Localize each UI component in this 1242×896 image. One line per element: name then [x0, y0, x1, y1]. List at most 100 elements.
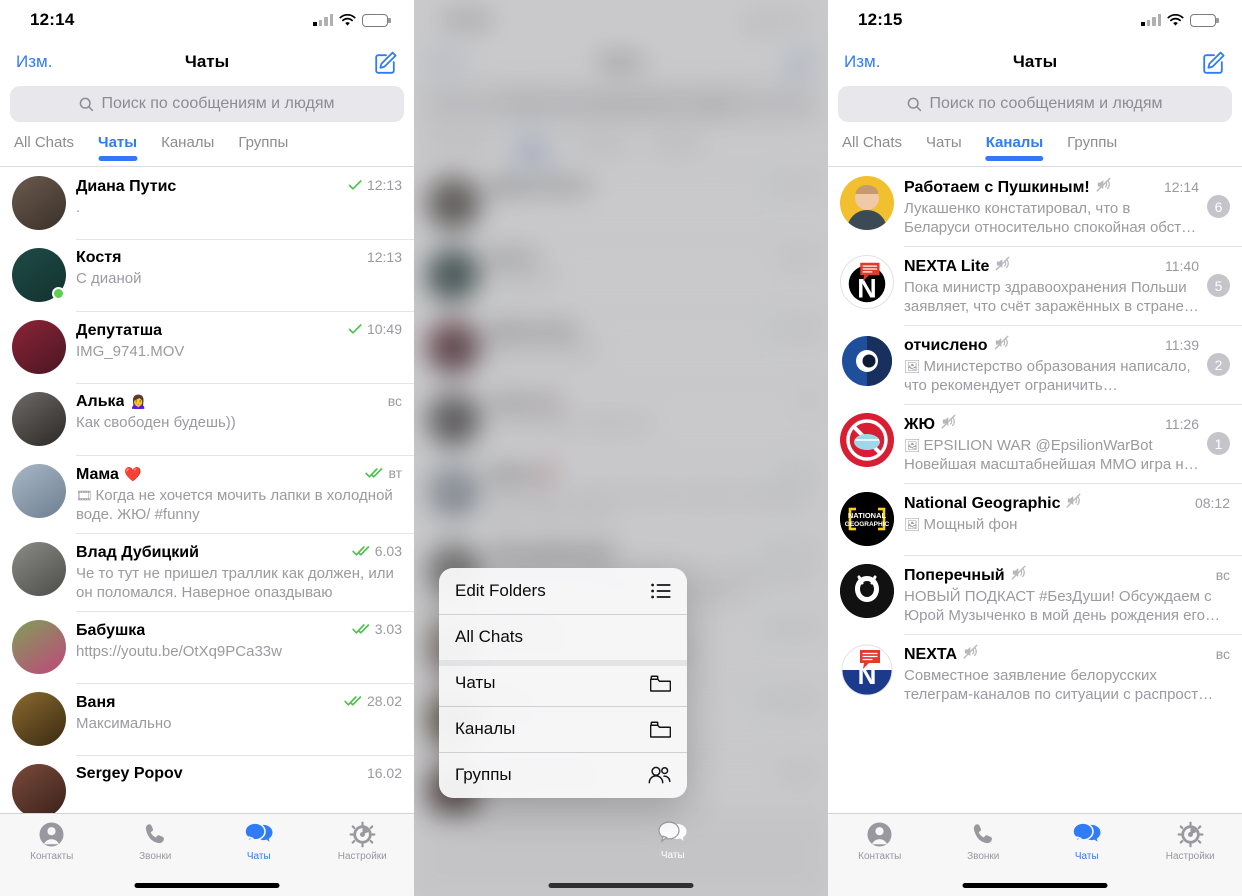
tab-settings-right[interactable]: Настройки [1139, 821, 1242, 862]
unread-badge: 6 [1207, 195, 1230, 218]
chat-row[interactable]: Диана Путис 12:13. [0, 167, 414, 239]
avatar[interactable] [12, 464, 66, 518]
menu-item-all-chats[interactable]: All Chats [439, 614, 687, 660]
tab-contacts-right[interactable]: Контакты [828, 821, 932, 862]
channel-row[interactable]: Работаем с Пушкиным! 12:14 Лукашенко конст… [828, 167, 1242, 246]
chat-row[interactable]: Ваня 28.02 Максимально [0, 683, 414, 755]
menu-item-all-chats-label: All Chats [455, 627, 524, 646]
row-right: Работаем с Пушкиным! 12:14 Лукашенко конст… [904, 176, 1230, 237]
timestamp: 12:14 [1163, 179, 1199, 195]
channel-row[interactable]: N NEXTA вс Совместное заявление белорусских… [828, 634, 1242, 713]
settings-icon [349, 821, 376, 848]
chat-row[interactable]: Бабушка 3.03 https://youtu.be/OtXq9PCa33w [0, 611, 414, 683]
channel-row[interactable]: ЖЮ 11:26 🖼 EPSILION WAR @EpsilionWarBot Нов… [828, 404, 1242, 483]
row-meta: 08:12 [1187, 495, 1230, 511]
compose-button[interactable] [373, 50, 398, 75]
timestamp: вс [1215, 646, 1230, 662]
avatar[interactable]: N [840, 643, 894, 697]
row-meta: 11:26 [1157, 416, 1199, 432]
row-body: ЖЮ 11:26 🖼 EPSILION WAR @EpsilionWarBot Нов… [904, 413, 1199, 474]
compose-button-right[interactable] [1201, 50, 1226, 75]
chat-list[interactable]: Диана Путис 12:13. Костя 12:13 С дианой Депут… [0, 167, 414, 827]
avatar[interactable] [12, 320, 66, 374]
folder-tab-chats[interactable]: Чаты [98, 134, 137, 160]
chat-row[interactable]: Влад Дубицкий 6.03 Че то тут не пришел тра… [0, 533, 414, 611]
chat-row[interactable]: Депутатша 10:49 IMG_9741.MOV [0, 311, 414, 383]
menu-item-channels-label: Каналы [455, 719, 516, 738]
folder-tab-all-chats-right[interactable]: All Chats [842, 134, 902, 160]
row-meta: вт [357, 465, 402, 481]
avatar[interactable] [840, 413, 894, 467]
avatar[interactable] [12, 392, 66, 446]
tab-calls-right[interactable]: Звонки [932, 821, 1036, 862]
tab-chats[interactable]: Чаты [207, 821, 311, 862]
folder-tab-all-chats[interactable]: All Chats [14, 134, 74, 160]
menu-item-channels[interactable]: Каналы [439, 706, 687, 752]
edit-button[interactable]: Изм. [16, 52, 52, 72]
tab-chats-right[interactable]: Чаты [1035, 821, 1139, 862]
search-container: Поиск по сообщениям и людям [0, 84, 414, 130]
screen-folder-context-menu: 12:14 Изм. Чаты Поиск по сообщениям и лю… [414, 0, 828, 896]
row-title-line: National Geographic 08:12 [904, 493, 1230, 513]
folders-context-menu[interactable]: Edit Folders All Chats Чаты Каналы Групп… [439, 568, 687, 798]
folder-tab-channels-right[interactable]: Каналы [986, 134, 1043, 160]
status-time: 12:14 [30, 10, 75, 29]
channel-row[interactable]: отчислено 11:39 🖼 Министерство образования … [828, 325, 1242, 404]
tab-settings-label: Настройки [337, 851, 387, 862]
avatar[interactable] [12, 176, 66, 230]
search-input-right[interactable]: Поиск по сообщениям и людям [838, 86, 1232, 122]
message-preview: 🖼 EPSILION WAR @EpsilionWarBot Новейшая м… [904, 437, 1199, 473]
menu-item-chats[interactable]: Чаты [439, 660, 687, 706]
online-indicator [52, 287, 65, 300]
avatar[interactable] [840, 564, 894, 618]
search-input[interactable]: Поиск по сообщениям и людям [10, 86, 404, 122]
avatar[interactable] [12, 542, 66, 596]
attachment-icon: 🖼 [904, 517, 921, 532]
tab-contacts[interactable]: Контакты [0, 821, 104, 862]
chat-row[interactable]: Костя 12:13 С дианой [0, 239, 414, 311]
edit-button-right[interactable]: Изм. [844, 52, 880, 72]
chat-row[interactable]: Мама ❤️ вт 🎞 Когда не хочется мочить лапки в… [0, 455, 414, 533]
search-placeholder: Поиск по сообщениям и людям [101, 95, 335, 112]
tab-settings[interactable]: Настройки [311, 821, 415, 862]
avatar[interactable] [12, 620, 66, 674]
folder-tab-chats-right[interactable]: Чаты [926, 134, 962, 160]
unread-badge: 5 [1207, 274, 1230, 297]
delivered-check-icon [352, 545, 371, 557]
mute-icon [963, 644, 978, 659]
bottom-tab-bar-middle-overlay: Чаты [414, 813, 828, 896]
wifi-icon [1167, 13, 1184, 26]
avatar[interactable] [12, 764, 66, 818]
signal-icon [1141, 14, 1161, 26]
avatar[interactable]: N [840, 255, 894, 309]
channel-row[interactable]: NATIONAL GEOGRAPHIC National Geographic 08:… [828, 483, 1242, 555]
compose-icon [375, 51, 397, 74]
channel-list[interactable]: Работаем с Пушкиным! 12:14 Лукашенко конст… [828, 167, 1242, 713]
message-preview: Максимально [76, 715, 172, 732]
row-body: Поперечный вс НОВЫЙ ПОДКАСТ #БезДуши! Обсу… [904, 564, 1230, 625]
menu-item-groups[interactable]: Группы [439, 752, 687, 798]
folder-tab-groups-right[interactable]: Группы [1067, 134, 1117, 160]
avatar[interactable] [840, 176, 894, 230]
timestamp: 12:13 [366, 177, 402, 193]
home-indicator [134, 883, 280, 888]
avatar[interactable] [12, 692, 66, 746]
channel-row[interactable]: Поперечный вс НОВЫЙ ПОДКАСТ #БезДуши! Обсу… [828, 555, 1242, 634]
chat-row[interactable]: Алька 🙍‍♀️ вс Как свободен будешь)) [0, 383, 414, 455]
tab-calls[interactable]: Звонки [104, 821, 208, 862]
avatar[interactable] [840, 334, 894, 388]
avatar-image [840, 176, 894, 230]
channel-row[interactable]: N NEXTA Lite 11:40 Пока министр здравоохран… [828, 246, 1242, 325]
contacts-icon [867, 822, 892, 847]
avatar[interactable]: NATIONAL GEOGRAPHIC [840, 492, 894, 546]
svg-text:NATIONAL: NATIONAL [848, 511, 887, 520]
folder-tab-channels[interactable]: Каналы [161, 134, 214, 160]
folder-tab-groups[interactable]: Группы [238, 134, 288, 160]
timestamp: вс [387, 393, 402, 409]
tab-chats-middle[interactable]: Чаты [621, 820, 725, 861]
avatar[interactable] [12, 248, 66, 302]
menu-item-edit-folders[interactable]: Edit Folders [439, 568, 687, 614]
row-right: Ваня 28.02 Максимально [76, 692, 402, 733]
row-body: Алька 🙍‍♀️ вс Как свободен будешь)) [76, 392, 402, 432]
svg-text:N: N [857, 273, 876, 303]
